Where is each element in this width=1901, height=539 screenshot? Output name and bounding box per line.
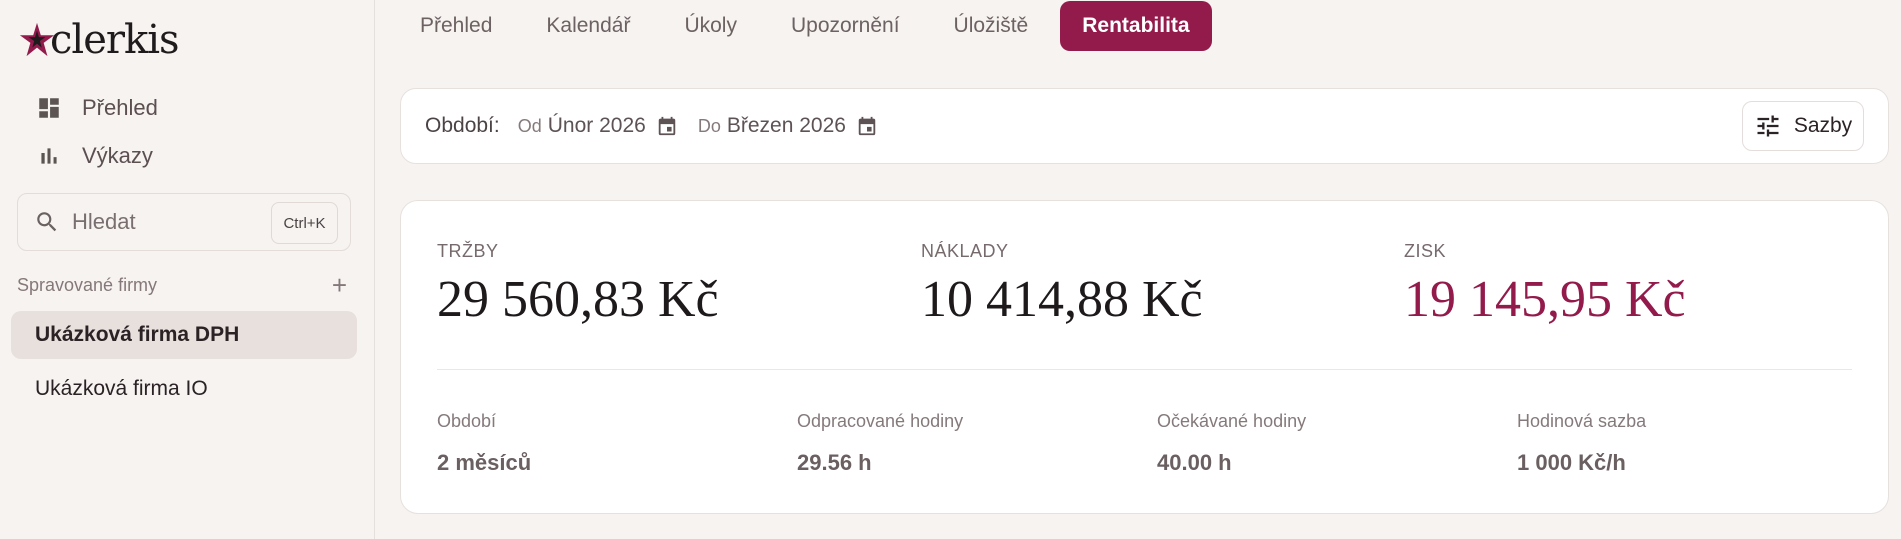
stat-label: Očekávané hodiny — [1157, 411, 1307, 431]
tab-upozorneni[interactable]: Upozornění — [769, 1, 922, 51]
stat-label: Hodinová sazba — [1517, 411, 1647, 431]
tab-ukoly[interactable]: Úkoly — [662, 1, 759, 51]
calendar-icon[interactable] — [656, 115, 678, 137]
period-label: Období: — [425, 114, 500, 137]
divider — [437, 369, 1852, 370]
sidebar-item-prehled[interactable]: Přehled — [36, 90, 158, 126]
search-icon — [34, 209, 60, 235]
stat-value: 2 měsíců — [437, 450, 532, 475]
revenue-label: TRŽBY — [437, 241, 499, 261]
add-firm-icon[interactable]: + — [332, 272, 347, 298]
costs-value: 10 414,88 Kč — [921, 271, 1203, 328]
tab-uloziste[interactable]: Úložiště — [932, 1, 1051, 51]
revenue-value: 29 560,83 Kč — [437, 271, 719, 328]
tab-kalendar[interactable]: Kalendář — [524, 1, 652, 51]
profit-value: 19 145,95 Kč — [1404, 271, 1686, 328]
period-to-value: Březen 2026 — [726, 114, 846, 137]
stat-expected-hours: Očekávané hodiny 40.00 h — [1157, 411, 1306, 476]
stat-period: Období 2 měsíců — [437, 411, 531, 476]
revenue-metric: TRŽBY 29 560,83 Kč — [437, 241, 719, 326]
firm-item-dph[interactable]: Ukázková firma DPH — [11, 311, 357, 359]
calendar-icon[interactable] — [856, 115, 878, 137]
period-to-prefix: Do — [697, 115, 721, 136]
search-shortcut-badge: Ctrl+K — [271, 202, 338, 244]
sidebar-item-vykazy[interactable]: Výkazy — [36, 138, 153, 174]
costs-label: NÁKLADY — [921, 241, 1009, 261]
profit-label: ZISK — [1404, 241, 1447, 261]
managed-firms-header: Spravované firmy + — [17, 272, 347, 298]
tab-prehled[interactable]: Přehled — [398, 1, 514, 51]
sidebar-item-label: Výkazy — [82, 143, 153, 168]
stat-worked-hours: Odpracované hodiny 29.56 h — [797, 411, 963, 476]
stat-hourly-rate: Hodinová sazba 1 000 Kč/h — [1517, 411, 1646, 476]
stat-value: 29.56 h — [797, 450, 872, 475]
profitability-card: TRŽBY 29 560,83 Kč NÁKLADY 10 414,88 Kč … — [400, 200, 1889, 514]
rates-button[interactable]: Sazby — [1742, 101, 1864, 151]
search-input[interactable] — [72, 209, 252, 235]
dashboard-icon — [36, 95, 62, 121]
period-from-value: Únor 2026 — [547, 114, 646, 137]
stat-label: Období — [437, 411, 497, 431]
period-filter-bar: Období: Od Únor 2026 Do Březen 2026 Sazb… — [400, 88, 1889, 164]
costs-metric: NÁKLADY 10 414,88 Kč — [921, 241, 1203, 326]
logo-text: clerkis — [50, 17, 180, 63]
period-from-prefix: Od — [517, 115, 542, 136]
stat-value: 40.00 h — [1157, 450, 1232, 475]
profit-metric: ZISK 19 145,95 Kč — [1404, 241, 1686, 326]
stat-label: Odpracované hodiny — [797, 411, 964, 431]
tab-rentabilita[interactable]: Rentabilita — [1060, 1, 1212, 51]
section-title: Spravované firmy — [17, 274, 158, 295]
sidebar-item-label: Přehled — [82, 95, 158, 120]
logo[interactable]: clerkis — [18, 16, 180, 64]
bar-chart-icon — [36, 143, 62, 169]
rates-button-label: Sazby — [1793, 114, 1853, 137]
search-box[interactable]: Ctrl+K — [17, 193, 351, 251]
firm-item-io[interactable]: Ukázková firma IO — [11, 365, 357, 413]
sidebar: clerkis Přehled Výkazy Ctrl+K Spravované… — [0, 0, 375, 539]
period-from-field[interactable]: Od Únor 2026 — [518, 114, 678, 138]
period-to-field[interactable]: Do Březen 2026 — [698, 114, 878, 138]
sliders-icon — [1757, 115, 1779, 137]
stat-value: 1 000 Kč/h — [1517, 450, 1626, 475]
firm-label: Ukázková firma IO — [35, 377, 208, 400]
top-tabs: Přehled Kalendář Úkoly Upozornění Úložiš… — [398, 1, 1222, 51]
firm-label: Ukázková firma DPH — [35, 323, 240, 346]
